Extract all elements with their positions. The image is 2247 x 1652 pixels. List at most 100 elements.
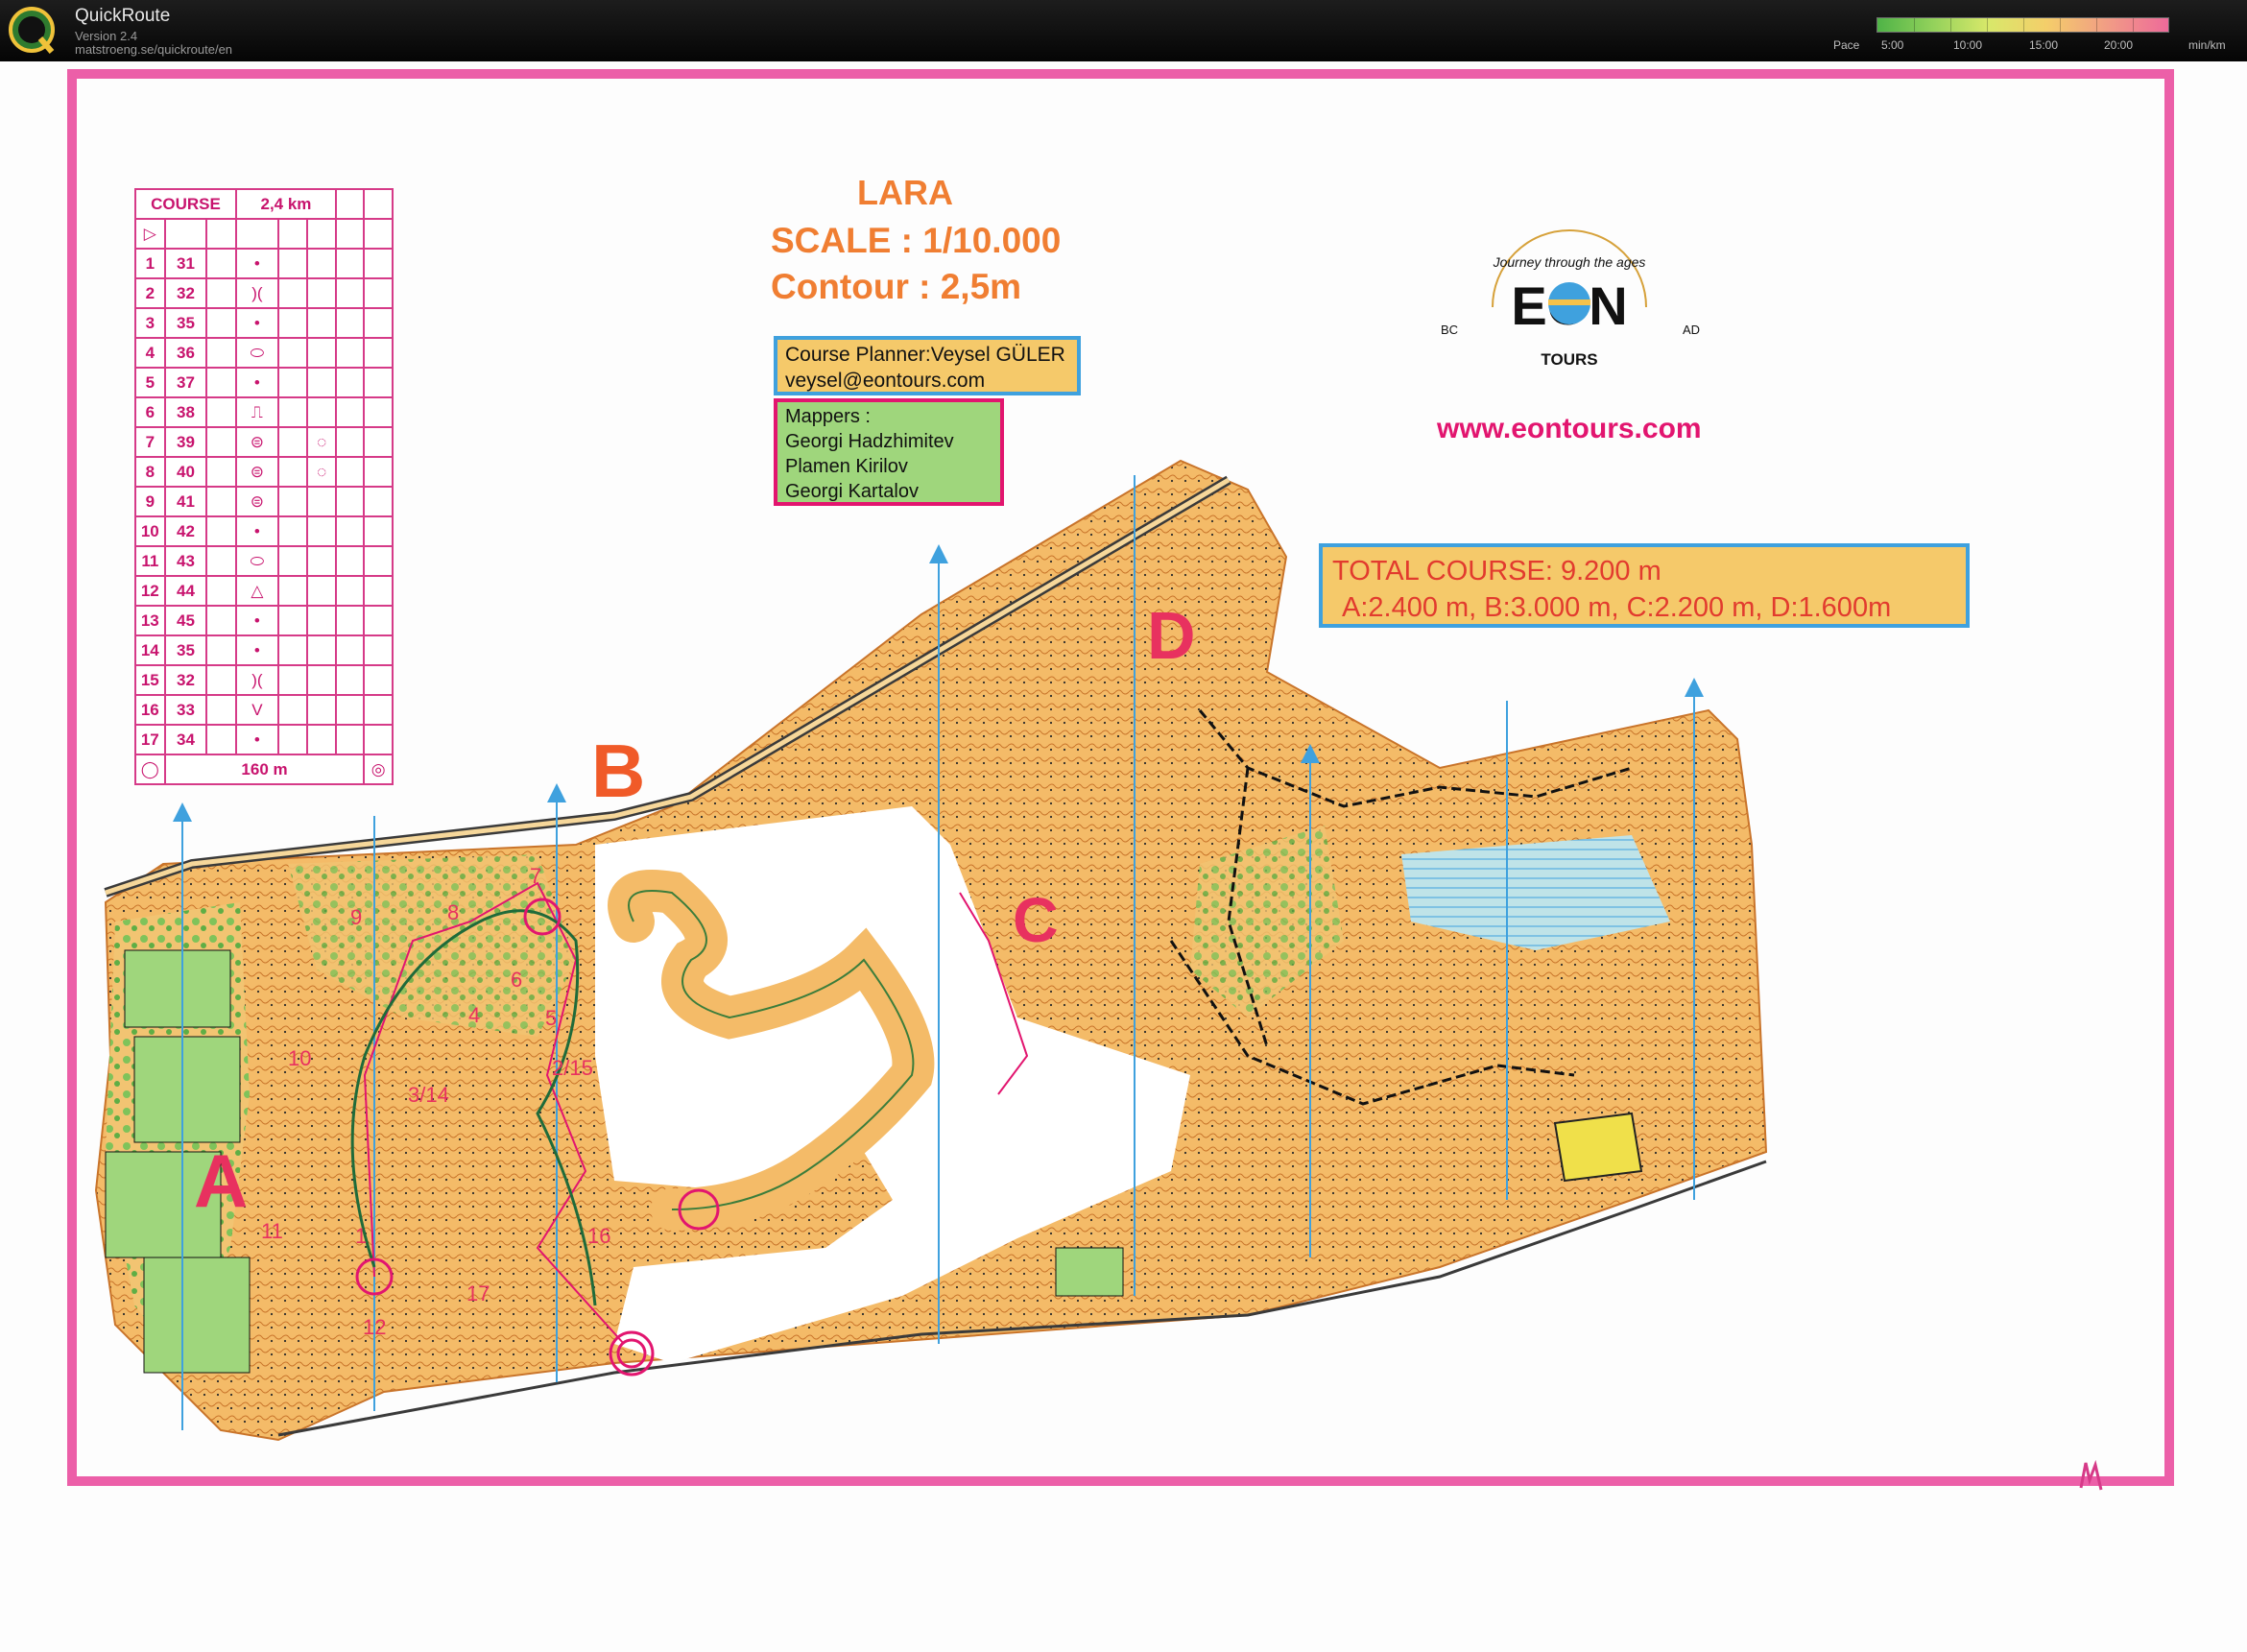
control-code: 44	[163, 575, 208, 607]
control-sequence: 4	[134, 337, 166, 369]
control-code: 31	[163, 248, 208, 279]
control-extra-symbol	[306, 694, 337, 726]
eon-ad-text: AD	[1683, 323, 1700, 337]
ink-mark-icon	[2079, 1459, 2103, 1491]
control-feature-symbol: •	[235, 724, 279, 755]
mapper-name: Plamen Kirilov	[785, 456, 908, 477]
control-feature-symbol: ⊜	[235, 456, 279, 488]
control-number: 10	[288, 1046, 312, 1070]
start-triangle-icon: ▷	[143, 224, 156, 243]
section-label-a: A	[194, 1138, 249, 1223]
control-row: 15 32)(	[134, 664, 394, 696]
control-row: 8 40 ⊜ ◌	[134, 456, 394, 488]
control-feature-symbol: ⬭	[235, 545, 279, 577]
control-sequence: 17	[134, 724, 166, 755]
eon-sub-text: TOURS	[1541, 350, 1597, 369]
control-row: 2 32)(	[134, 277, 394, 309]
control-number: 9	[350, 905, 363, 929]
control-sequence: 13	[134, 605, 166, 636]
control-sequence: 11	[134, 545, 166, 577]
control-extra-symbol	[306, 605, 337, 636]
website-link[interactable]: www.eontours.com	[1437, 413, 1702, 445]
mapper-name: Georgi Kartalov	[785, 481, 919, 502]
control-row: 5 37 •	[134, 367, 394, 398]
course-planner-box: Course Planner:Veysel GÜLER veysel@eonto…	[774, 336, 1081, 395]
planner-name: Course Planner:Veysel GÜLER	[785, 344, 1065, 366]
control-sequence: 2	[134, 277, 166, 309]
control-extra-symbol	[306, 248, 337, 279]
start-finish-icon: ◯	[140, 759, 159, 778]
control-code: 35	[163, 307, 208, 339]
control-feature-symbol: •	[235, 248, 279, 279]
control-feature-symbol: △	[235, 575, 279, 607]
control-extra-symbol	[306, 664, 337, 696]
control-sequence: 10	[134, 515, 166, 547]
control-row: 9 41 ⊜	[134, 486, 394, 517]
control-row: 7 39 ⊜ ◌	[134, 426, 394, 458]
control-number: 5	[545, 1006, 558, 1030]
control-number: 3/14	[408, 1083, 449, 1107]
control-number: 7	[530, 864, 542, 888]
control-sequence: 6	[134, 396, 166, 428]
control-row: 12 44 △	[134, 575, 394, 607]
control-sequence: 16	[134, 694, 166, 726]
control-feature-symbol: ⊜	[235, 426, 279, 458]
mapper-name: Georgi Hadzhimitev	[785, 431, 954, 452]
control-number: 1	[355, 1224, 368, 1248]
control-sequence: 3	[134, 307, 166, 339]
control-number: 16	[587, 1224, 611, 1248]
control-code: 37	[163, 367, 208, 398]
control-row: 6 38 ⎍	[134, 396, 394, 428]
control-code: 42	[163, 515, 208, 547]
control-sequence: 12	[134, 575, 166, 607]
control-feature-symbol: •	[235, 367, 279, 398]
control-feature-symbol: •	[235, 605, 279, 636]
finish-row: ◯ 160 m ◎	[134, 754, 394, 785]
course-header: COURSE	[134, 188, 237, 220]
control-extra-symbol	[306, 486, 337, 517]
eon-tagline-text: Journey through the ages	[1493, 254, 1646, 270]
section-label-d: D	[1147, 598, 1196, 673]
planner-email: veysel@eontours.com	[785, 370, 986, 392]
control-code: 40	[163, 456, 208, 488]
control-sequence: 5	[134, 367, 166, 398]
control-feature-symbol: •	[235, 307, 279, 339]
eon-bc-text: BC	[1441, 323, 1458, 337]
control-feature-symbol: )(	[235, 664, 279, 696]
control-extra-symbol: ◌	[306, 426, 337, 458]
control-row: 14 35 •	[134, 634, 394, 666]
control-extra-symbol	[306, 277, 337, 309]
control-number: 4	[468, 1003, 481, 1027]
control-feature-symbol: )(	[235, 277, 279, 309]
control-row: 17 34 •	[134, 724, 394, 755]
control-extra-symbol	[306, 634, 337, 666]
finish-icon: ◎	[371, 759, 386, 778]
control-feature-symbol: ⎍	[235, 396, 279, 428]
section-label-c: C	[1013, 884, 1059, 955]
control-number: 2/15	[552, 1056, 593, 1080]
control-description-table: COURSE 2,4 km ▷ 1 31 • 2 32)(3 35 • 4 36 ⬭ 5 37 • 6 38…	[134, 188, 394, 785]
finish-distance: 160 m	[163, 754, 366, 785]
control-number: 17	[466, 1281, 490, 1305]
control-number: 6	[511, 968, 523, 992]
control-number: 12	[363, 1315, 387, 1339]
control-code: 41	[163, 486, 208, 517]
table-header-row: COURSE 2,4 km	[134, 188, 394, 220]
control-extra-symbol	[306, 396, 337, 428]
control-extra-symbol	[306, 307, 337, 339]
map-scale: SCALE : 1/10.000	[771, 221, 1062, 260]
eon-tours-logo: EON TOURS Journey through the ages BC AD	[1441, 229, 1700, 369]
course-length: 2,4 km	[235, 188, 337, 220]
map-name: LARA	[857, 173, 953, 212]
control-code: 33	[163, 694, 208, 726]
control-sequence: 7	[134, 426, 166, 458]
open-land	[1553, 1112, 1643, 1183]
control-number: 11	[261, 1219, 283, 1243]
total-course: TOTAL COURSE: 9.200 m	[1332, 556, 1661, 587]
control-row: 10 42 •	[134, 515, 394, 547]
control-code: 35	[163, 634, 208, 666]
control-sequence: 9	[134, 486, 166, 517]
control-extra-symbol: ◌	[306, 456, 337, 488]
control-feature-symbol: V	[235, 694, 279, 726]
control-row: 4 36 ⬭	[134, 337, 394, 369]
